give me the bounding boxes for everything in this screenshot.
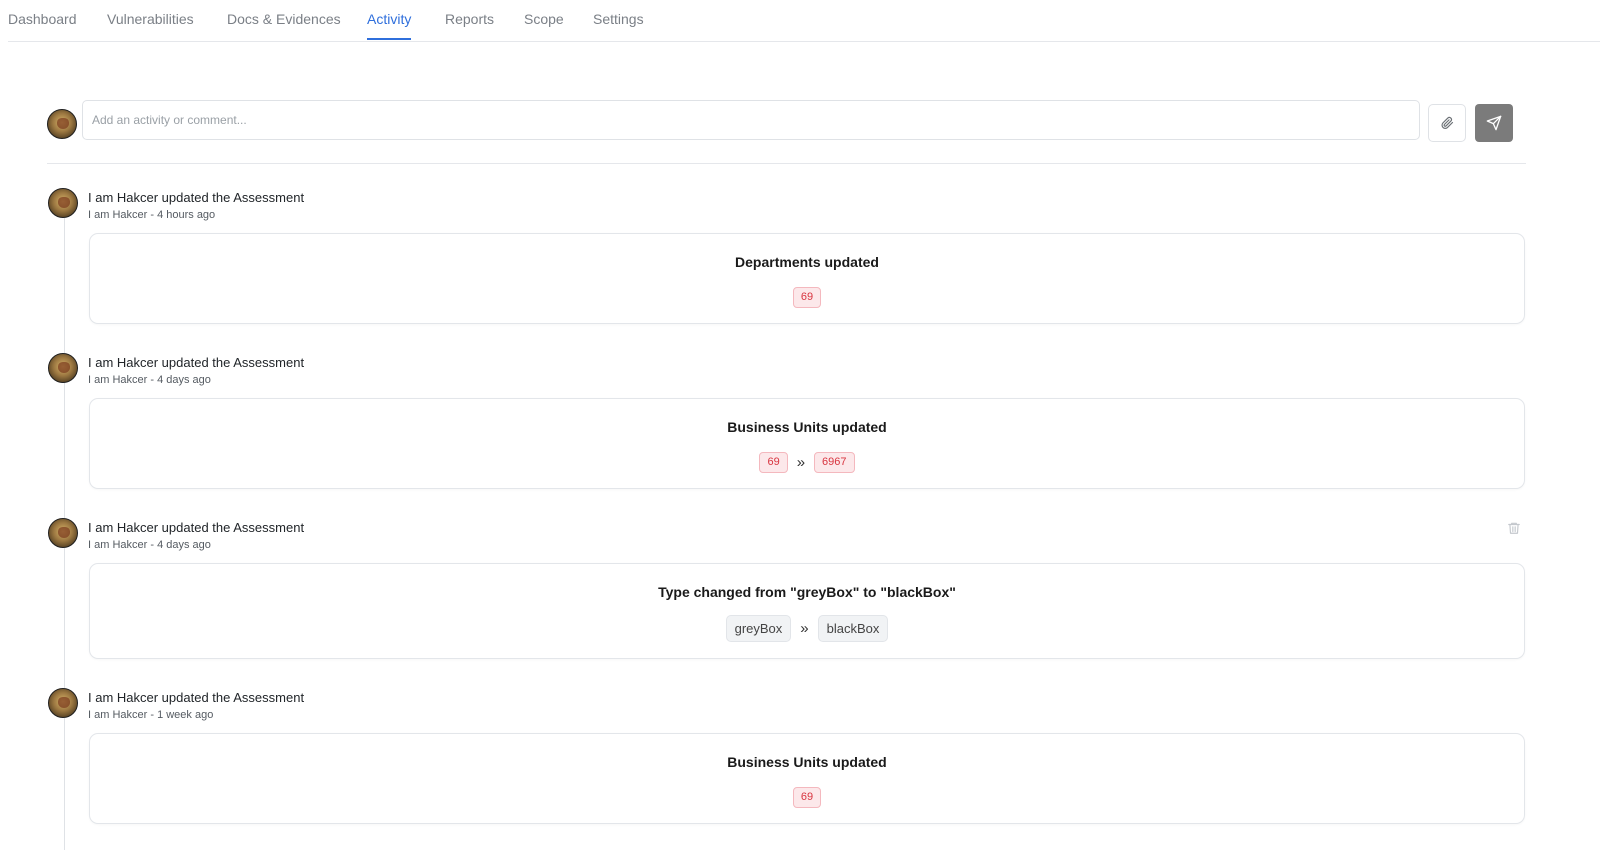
activity-card: Business Units updated 69 » 6967 [89, 398, 1525, 489]
activity-title: I am Hakcer updated the Assessment [88, 520, 305, 535]
tab-bar: Dashboard Vulnerabilities Docs & Evidenc… [8, 0, 1600, 42]
activity-meta: I am Hakcer - 4 days ago [88, 374, 211, 386]
change-values: 69 [90, 287, 1524, 308]
activity-avatar [48, 353, 78, 383]
change-arrow-icon: » [800, 620, 809, 637]
activity-avatar [48, 188, 78, 218]
composer-divider [47, 163, 1526, 164]
new-value-badge: 6967 [814, 452, 855, 473]
current-user-avatar [47, 109, 77, 139]
activity-card-title: Business Units updated [727, 754, 887, 770]
activity-card-title: Business Units updated [727, 419, 887, 435]
activity-comment-input[interactable] [82, 100, 1420, 140]
change-values: 69 [90, 787, 1524, 808]
change-values: greyBox » blackBox [90, 615, 1524, 642]
new-value-badge: 69 [792, 787, 822, 808]
activity-avatar [48, 518, 78, 548]
tab-settings[interactable]: Settings [593, 11, 644, 27]
activity-card: Departments updated 69 [89, 233, 1525, 324]
old-value-badge: greyBox [725, 615, 792, 642]
activity-title: I am Hakcer updated the Assessment [88, 690, 305, 705]
paperclip-icon [1441, 116, 1454, 129]
tab-reports[interactable]: Reports [445, 11, 494, 27]
tab-dashboard[interactable]: Dashboard [8, 11, 77, 27]
send-comment-button[interactable] [1475, 104, 1513, 142]
tab-docs-evidences[interactable]: Docs & Evidences [227, 11, 341, 27]
attach-file-button[interactable] [1428, 104, 1466, 142]
send-icon [1486, 115, 1502, 131]
activity-title: I am Hakcer updated the Assessment [88, 190, 305, 205]
activity-title: I am Hakcer updated the Assessment [88, 355, 305, 370]
new-value-badge: blackBox [817, 615, 889, 642]
tab-vulnerabilities[interactable]: Vulnerabilities [107, 11, 194, 27]
change-arrow-icon: » [796, 454, 806, 471]
activity-card: Type changed from "greyBox" to "blackBox… [89, 563, 1525, 659]
activity-card-title: Type changed from "greyBox" to "blackBox… [658, 584, 956, 600]
tab-scope[interactable]: Scope [524, 11, 564, 27]
activity-meta: I am Hakcer - 4 hours ago [88, 209, 216, 221]
activity-meta: I am Hakcer - 4 days ago [88, 539, 211, 551]
activity-meta: I am Hakcer - 1 week ago [88, 709, 214, 721]
activity-avatar [48, 688, 78, 718]
activity-card: Business Units updated 69 [89, 733, 1525, 824]
trash-icon[interactable] [1507, 520, 1521, 536]
change-values: 69 » 6967 [90, 452, 1524, 473]
new-value-badge: 69 [792, 287, 822, 308]
old-value-badge: 69 [759, 452, 788, 473]
activity-card-title: Departments updated [735, 254, 879, 270]
tab-activity[interactable]: Activity [367, 11, 412, 40]
